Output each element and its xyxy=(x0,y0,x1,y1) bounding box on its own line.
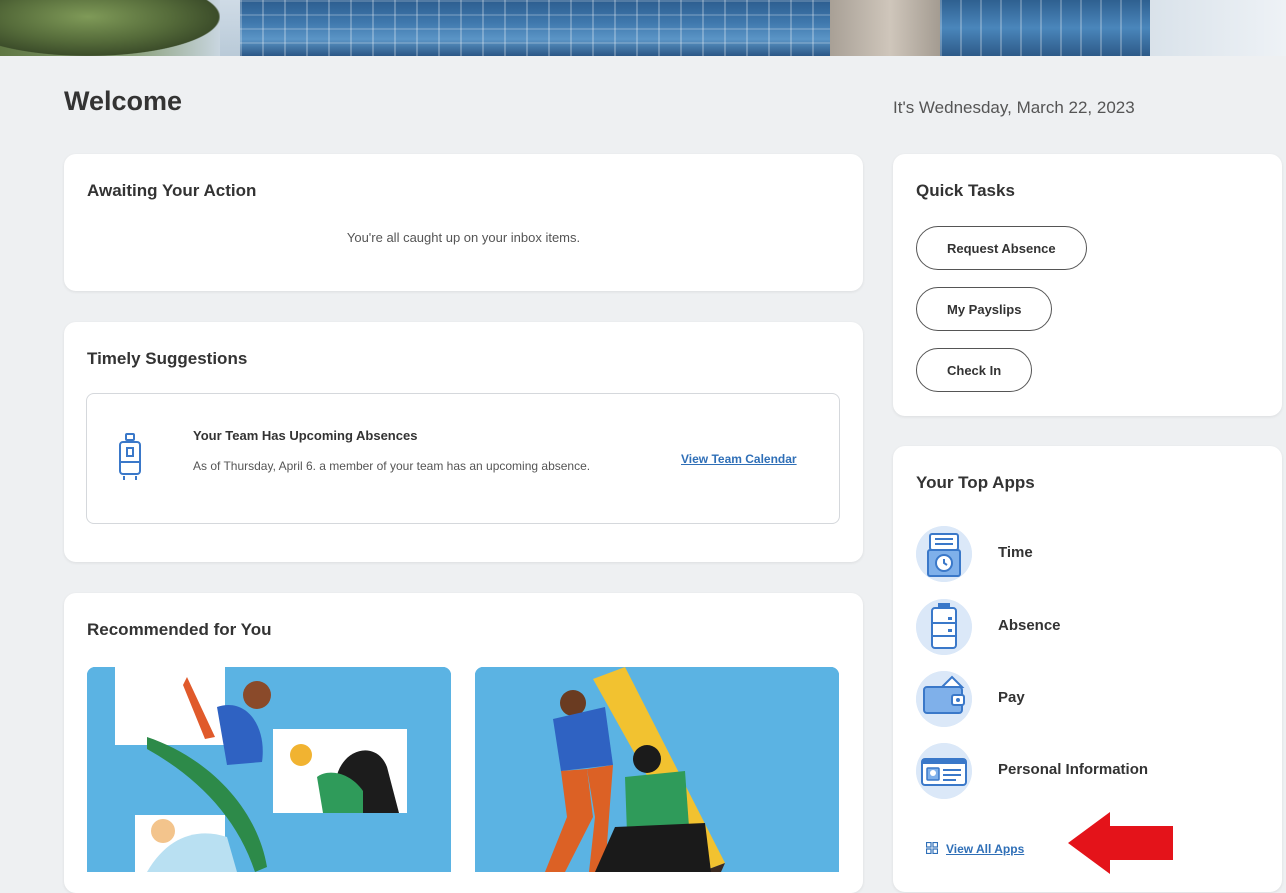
suggestion-title: Your Team Has Upcoming Absences xyxy=(193,428,418,443)
teamwork-pencil-illustration xyxy=(475,667,839,872)
check-in-button[interactable]: Check In xyxy=(916,348,1033,392)
time-clock-icon xyxy=(916,526,972,582)
app-label: Personal Information xyxy=(998,761,1149,778)
red-arrow-annotation xyxy=(1068,812,1173,874)
app-personal-information[interactable]: Personal Information xyxy=(916,743,1256,799)
app-pay[interactable]: Pay xyxy=(916,671,1256,727)
suggestion-description: As of Thursday, April 6. a member of you… xyxy=(193,459,591,473)
banner-building-right xyxy=(940,0,1150,56)
view-all-apps-link[interactable]: View All Apps xyxy=(925,841,1025,856)
app-label: Time xyxy=(998,544,1033,561)
timely-suggestions-card: Timely Suggestions Your Team Has Upcomin… xyxy=(64,322,863,562)
page-title: Welcome xyxy=(64,86,183,116)
request-absence-button[interactable]: Request Absence xyxy=(916,226,1087,270)
my-payslips-button[interactable]: My Payslips xyxy=(916,287,1053,331)
top-apps-title: Your Top Apps xyxy=(916,473,1035,492)
recommended-tile[interactable] xyxy=(475,667,839,872)
app-absence[interactable]: Absence xyxy=(916,599,1256,655)
app-label: Absence xyxy=(998,617,1061,634)
view-team-calendar-link[interactable]: View Team Calendar xyxy=(681,452,797,466)
grid-icon xyxy=(925,841,939,855)
awaiting-action-title: Awaiting Your Action xyxy=(87,181,257,200)
banner-tree xyxy=(0,0,220,56)
header-banner-image xyxy=(0,0,1286,56)
id-card-icon xyxy=(916,743,972,799)
collaboration-illustration xyxy=(87,667,451,872)
awaiting-action-card: Awaiting Your Action You're all caught u… xyxy=(64,154,863,291)
suitcase-icon xyxy=(916,599,972,655)
luggage-icon xyxy=(119,433,141,480)
quick-tasks-title: Quick Tasks xyxy=(916,181,1015,200)
view-all-apps-label: View All Apps xyxy=(946,842,1025,856)
timely-suggestions-title: Timely Suggestions xyxy=(87,349,248,368)
recommended-card: Recommended for You xyxy=(64,593,863,893)
current-date: It's Wednesday, March 22, 2023 xyxy=(893,98,1135,117)
recommended-title: Recommended for You xyxy=(87,620,272,639)
inbox-empty-message: You're all caught up on your inbox items… xyxy=(346,230,581,245)
quick-tasks-card: Quick Tasks Request Absence My Payslips … xyxy=(893,154,1282,416)
app-time[interactable]: Time xyxy=(916,526,1256,582)
recommended-tile[interactable] xyxy=(87,667,451,872)
wallet-icon xyxy=(916,671,972,727)
app-label: Pay xyxy=(998,689,1025,706)
banner-sky xyxy=(1150,0,1286,56)
banner-concrete xyxy=(830,0,950,56)
suggestion-item: Your Team Has Upcoming Absences As of Th… xyxy=(86,393,840,524)
